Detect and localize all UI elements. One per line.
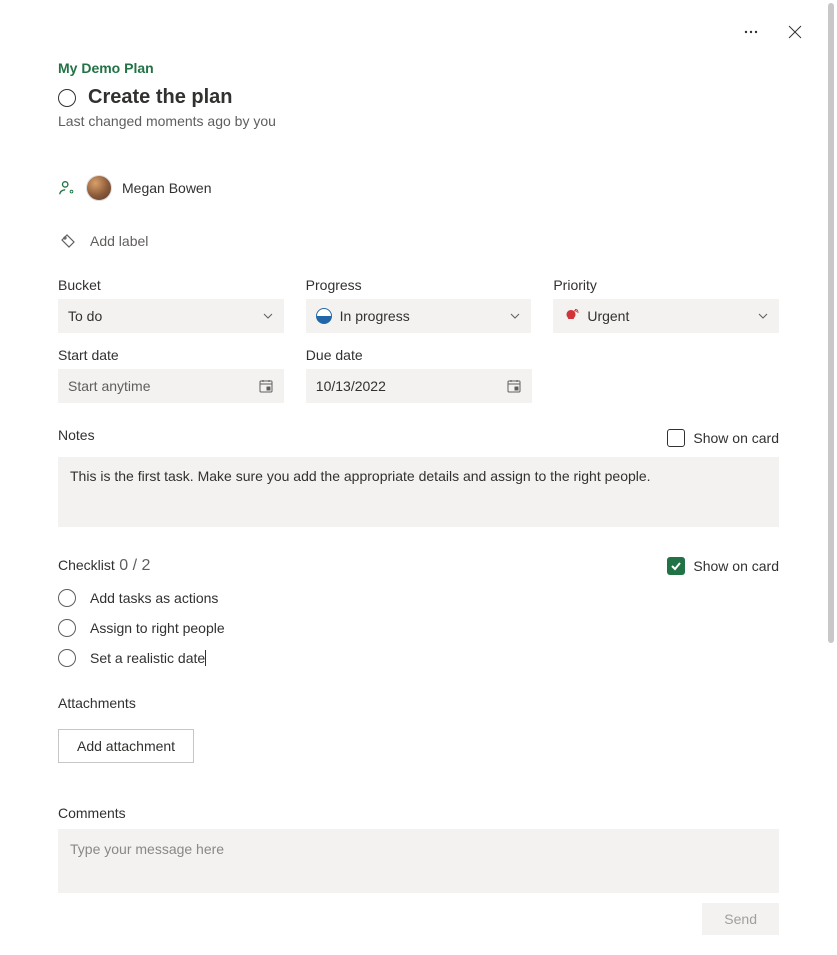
last-changed-text: Last changed moments ago by you xyxy=(58,113,779,129)
due-date-label: Due date xyxy=(306,347,532,363)
attachments-label: Attachments xyxy=(58,695,779,711)
plan-name-link[interactable]: My Demo Plan xyxy=(58,60,779,76)
task-title[interactable]: Create the plan xyxy=(88,86,232,109)
start-date-label: Start date xyxy=(58,347,284,363)
checklist-item-text[interactable]: Add tasks as actions xyxy=(90,590,218,606)
ellipsis-icon xyxy=(743,24,759,40)
start-date-input[interactable]: Start anytime xyxy=(58,369,284,403)
tag-icon xyxy=(60,233,76,249)
add-label-button[interactable]: Add label xyxy=(58,233,779,249)
checklist-item[interactable]: Set a realistic date xyxy=(58,649,779,667)
notes-textarea[interactable]: This is the first task. Make sure you ad… xyxy=(58,457,779,527)
bucket-value: To do xyxy=(68,308,102,324)
priority-label: Priority xyxy=(553,277,779,293)
assignee-row[interactable]: Megan Bowen xyxy=(58,175,779,201)
checklist-item-toggle[interactable] xyxy=(58,589,76,607)
checklist-item-text[interactable]: Assign to right people xyxy=(90,620,225,636)
due-date-value: 10/13/2022 xyxy=(316,378,386,394)
assignee-name: Megan Bowen xyxy=(122,180,212,196)
checklist-item-toggle[interactable] xyxy=(58,649,76,667)
close-icon xyxy=(787,24,803,40)
task-complete-toggle[interactable] xyxy=(58,89,76,107)
scrollbar-track xyxy=(825,0,837,935)
checklist-show-on-card-checkbox[interactable] xyxy=(667,557,685,575)
checklist-item[interactable]: Add tasks as actions xyxy=(58,589,779,607)
progress-value: In progress xyxy=(340,308,410,324)
urgent-icon xyxy=(563,308,579,324)
avatar xyxy=(86,175,112,201)
checklist-item-toggle[interactable] xyxy=(58,619,76,637)
check-icon xyxy=(670,560,682,572)
due-date-input[interactable]: 10/13/2022 xyxy=(306,369,532,403)
checklist-show-on-card-label: Show on card xyxy=(693,558,779,574)
notes-show-on-card-checkbox[interactable] xyxy=(667,429,685,447)
comment-textarea[interactable]: Type your message here xyxy=(58,829,779,893)
add-label-text: Add label xyxy=(90,233,148,249)
progress-label: Progress xyxy=(306,277,532,293)
close-button[interactable] xyxy=(781,18,809,46)
more-options-button[interactable] xyxy=(737,18,765,46)
comments-label: Comments xyxy=(58,805,779,821)
checklist-label: Checklist xyxy=(58,557,115,573)
scrollbar-thumb[interactable] xyxy=(828,3,834,643)
chevron-down-icon xyxy=(262,310,274,322)
notes-show-on-card-label: Show on card xyxy=(693,430,779,446)
checklist-item-text-editing[interactable]: Set a realistic date xyxy=(90,650,206,666)
progress-icon xyxy=(316,308,332,324)
add-attachment-button[interactable]: Add attachment xyxy=(58,729,194,763)
start-date-placeholder: Start anytime xyxy=(68,378,150,394)
bucket-select[interactable]: To do xyxy=(58,299,284,333)
checklist-count: 0 / 2 xyxy=(119,557,150,574)
progress-select[interactable]: In progress xyxy=(306,299,532,333)
priority-value: Urgent xyxy=(587,308,629,324)
send-button[interactable]: Send xyxy=(702,903,779,935)
calendar-icon xyxy=(506,378,522,394)
assign-person-icon xyxy=(58,179,76,197)
notes-label: Notes xyxy=(58,427,95,443)
calendar-icon xyxy=(258,378,274,394)
bucket-label: Bucket xyxy=(58,277,284,293)
checklist-item[interactable]: Assign to right people xyxy=(58,619,779,637)
chevron-down-icon xyxy=(757,310,769,322)
priority-select[interactable]: Urgent xyxy=(553,299,779,333)
chevron-down-icon xyxy=(509,310,521,322)
